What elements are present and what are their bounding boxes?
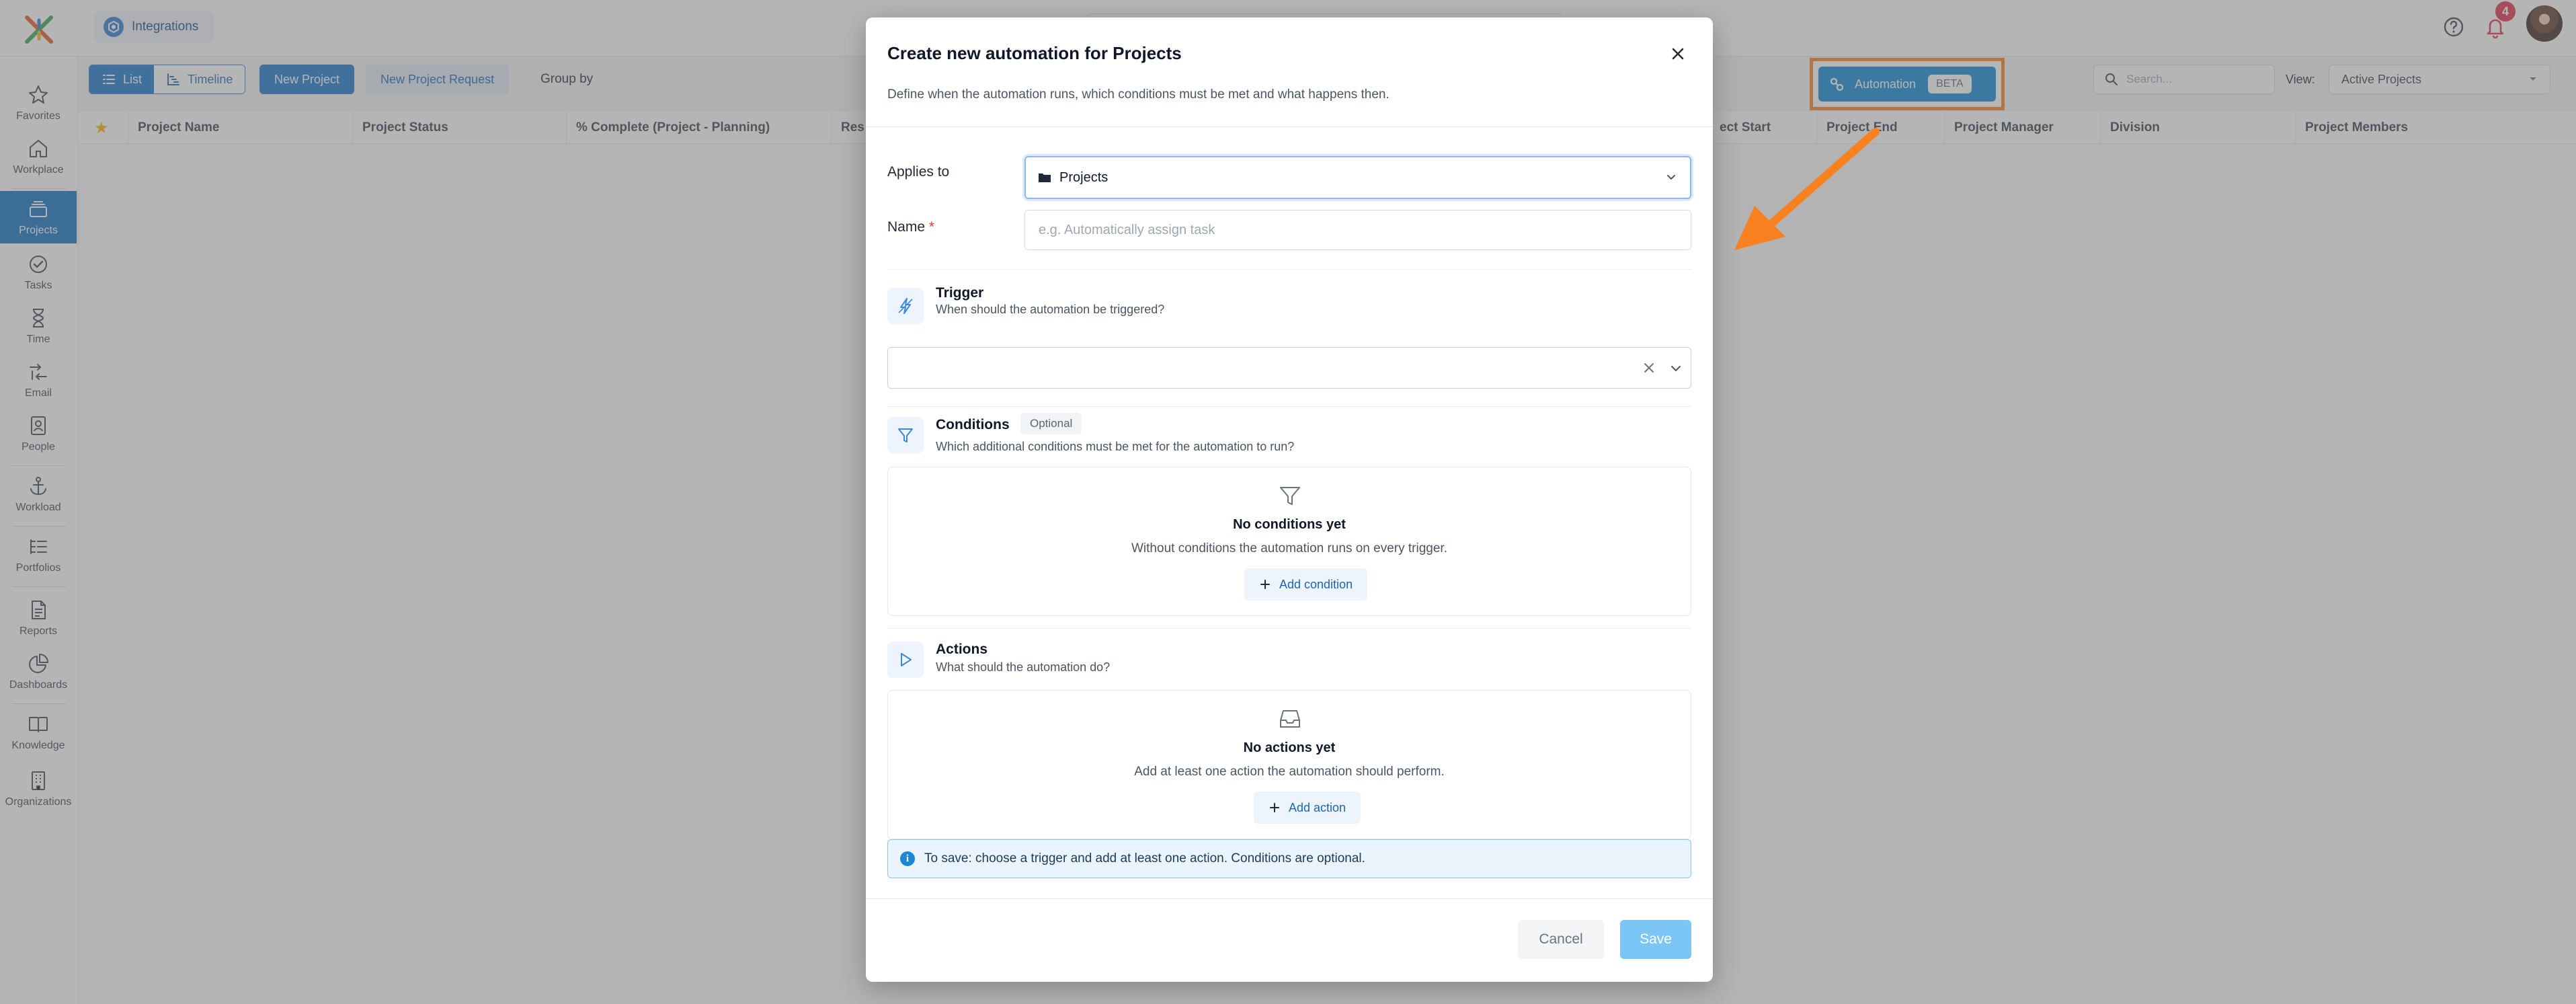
automation-name-input[interactable] [1024,210,1691,250]
add-condition-label: Add condition [1279,577,1353,591]
actions-description: What should the automation do? [936,660,1111,674]
applies-to-value: Projects [1059,169,1109,185]
lightning-icon [898,298,913,314]
add-action-button[interactable]: Add action [1254,791,1361,824]
annotation-arrow-icon [1734,128,1880,250]
applies-to-label: Applies to [887,164,950,180]
add-action-label: Add action [1289,800,1346,814]
close-icon[interactable] [1667,43,1689,65]
conditions-description: Which additional conditions must be met … [936,440,1295,453]
trigger-section-icon [887,288,924,324]
app-root: Integrations 4 Favorites Workplace Proje… [0,0,2576,1004]
funnel-icon [898,428,913,442]
section-divider [887,269,1691,270]
clear-icon[interactable] [1641,360,1657,376]
chevron-down-icon [1671,366,1681,372]
plus-icon [1270,803,1279,812]
conditions-title: Conditions [936,417,1010,432]
actions-title: Actions [936,642,988,657]
trigger-select[interactable] [887,347,1691,389]
trigger-title: Trigger [936,285,984,301]
dialog-title: Create new automation for Projects [887,43,1182,63]
chevron-down-icon [1667,175,1675,180]
inbox-icon [1280,710,1300,728]
dialog-divider [866,126,1713,127]
name-label: Name * [887,219,934,235]
conditions-empty-title: No conditions yet [1233,517,1346,532]
actions-empty-state: No actions yet Add at least one action t… [887,690,1691,839]
conditions-section-icon [887,417,924,453]
plus-icon [1260,580,1270,589]
info-icon: i [900,851,915,866]
optional-badge: Optional [1020,413,1082,434]
name-label-text: Name [887,219,926,235]
trigger-description: When should the automation be triggered? [936,303,1165,316]
applies-to-select[interactable]: Projects [1024,156,1691,199]
section-divider [887,628,1691,629]
save-button[interactable]: Save [1620,920,1691,959]
actions-empty-title: No actions yet [1243,740,1336,755]
actions-section-icon [887,642,924,678]
play-icon [901,653,912,666]
actions-empty-description: Add at least one action the automation s… [1134,765,1445,779]
create-automation-dialog: Create new automation for Projects Defin… [866,17,1713,982]
save-hint-text: To save: choose a trigger and add at lea… [924,851,1365,865]
dialog-footer-divider [866,898,1713,899]
folder-icon [1039,173,1051,182]
required-mark: * [928,219,935,235]
conditions-empty-description: Without conditions the automation runs o… [1131,541,1447,555]
save-hint-banner: i To save: choose a trigger and add at l… [887,839,1691,878]
cancel-button[interactable]: Cancel [1518,920,1604,959]
funnel-icon [1280,487,1300,505]
add-condition-button[interactable]: Add condition [1244,568,1368,601]
conditions-empty-state: No conditions yet Without conditions the… [887,467,1691,616]
section-divider [887,406,1691,407]
dialog-subtitle: Define when the automation runs, which c… [887,87,1390,102]
